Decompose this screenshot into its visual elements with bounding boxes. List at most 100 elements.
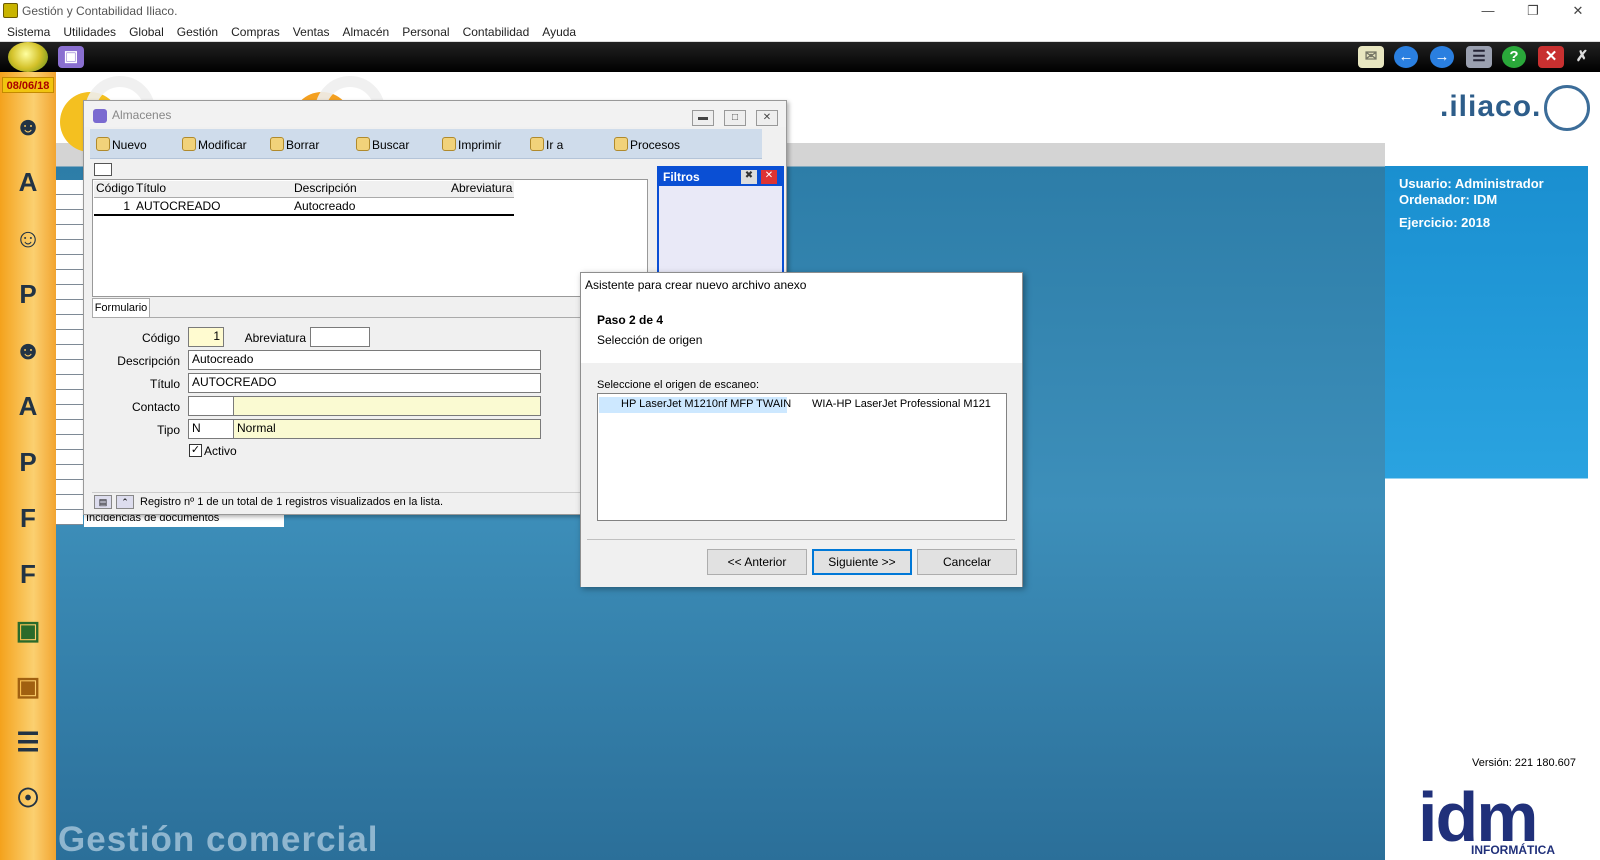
idm-logo-sub: INFORMÁTICA [1471, 843, 1555, 857]
cell-codigo: 1 [123, 199, 130, 213]
purchases-bag-icon[interactable]: ▣ [6, 664, 50, 708]
modificar-button[interactable]: Modificar [182, 136, 247, 154]
row-underline [94, 214, 514, 216]
sales-bag-icon[interactable]: ▣ [6, 608, 50, 652]
tab-formulario[interactable]: Formulario [92, 298, 150, 318]
exit-icon[interactable]: ✗ [1570, 46, 1594, 68]
purchase-invoice-icon[interactable]: F [6, 552, 50, 596]
window-title: Gestión y Contabilidad Iliaco. [22, 4, 178, 18]
menu-almacen[interactable]: Almacén [336, 22, 396, 39]
pin-icon[interactable]: ✖ [741, 170, 757, 184]
procesos-button[interactable]: Procesos [614, 136, 680, 154]
invoice-icon[interactable]: F [6, 496, 50, 540]
cd-wizard-icon[interactable]: ☉ [6, 776, 50, 820]
contacto-name-field [233, 396, 541, 416]
gears-icon [614, 137, 628, 151]
abreviatura-label: Abreviatura [244, 331, 306, 345]
folder-icon[interactable]: ▤ [94, 495, 112, 509]
source-item-selected[interactable]: HP LaserJet M1210nf MFP TWAIN [599, 397, 791, 413]
mail-icon[interactable]: ✉ [1358, 46, 1384, 68]
abreviatura-field[interactable] [310, 327, 370, 347]
close-icon[interactable]: ✕ [761, 170, 777, 184]
cancel-button[interactable]: Cancelar [917, 549, 1017, 575]
restore-icon[interactable]: ❐ [1513, 2, 1553, 20]
chevron-up-icon[interactable]: ⌃ [116, 495, 134, 509]
menu-ventas[interactable]: Ventas [286, 22, 336, 39]
agents-icon[interactable]: A [6, 384, 50, 428]
computer-label: Ordenador: IDM [1399, 192, 1498, 207]
wizard-subtitle: Selección de origen [597, 333, 703, 347]
menu-personal[interactable]: Personal [395, 22, 455, 39]
tipo-name-field: Normal [233, 419, 541, 439]
codigo-label: Código [141, 331, 180, 345]
contacts-icon[interactable]: ☻ [6, 328, 50, 372]
title-bar: Gestión y Contabilidad Iliaco. — ❐ ✕ [0, 0, 1600, 22]
articles-icon[interactable]: A [6, 160, 50, 204]
maximize-icon[interactable]: □ [724, 110, 746, 126]
print-icon [442, 137, 456, 151]
back-arrow-icon[interactable]: ← [1394, 46, 1418, 68]
iliaco-logo-ring [1544, 85, 1590, 131]
wizard-dialog: Asistente para crear nuevo archivo anexo… [580, 272, 1023, 587]
close-icon[interactable]: ✕ [756, 110, 778, 126]
ir-a-button[interactable]: Ir a [530, 136, 563, 154]
tipo-code-field[interactable]: N [188, 419, 234, 439]
almacenes-toolbar: Nuevo Modificar Borrar Buscar Imprimir I… [90, 129, 762, 159]
buscar-button[interactable]: Buscar [356, 136, 409, 154]
cube-icon[interactable]: ▣ [58, 46, 84, 68]
column-header-titulo[interactable]: Título [136, 181, 166, 195]
home-orb-icon[interactable] [8, 42, 48, 72]
close-window-icon[interactable]: ✕ [1538, 46, 1564, 68]
status-text: Registro nº 1 de un total de 1 registros… [140, 496, 444, 508]
source-prompt: Seleccione el origen de escaneo: [597, 379, 760, 391]
idm-logo: idm [1418, 778, 1538, 856]
activo-label: Activo [204, 444, 237, 458]
activo-checkbox[interactable]: ✓ [189, 444, 202, 457]
titulo-field[interactable]: AUTOCREADO [188, 373, 541, 393]
search-icon [356, 137, 370, 151]
wizard-separator [587, 539, 1015, 540]
grid-options-icon[interactable] [94, 163, 112, 176]
nuevo-button[interactable]: Nuevo [96, 136, 147, 154]
close-icon[interactable]: ✕ [1558, 2, 1598, 20]
clients-group-icon[interactable]: ☻ [6, 104, 50, 148]
new-icon [96, 137, 110, 151]
goto-icon [530, 137, 544, 151]
column-header-codigo[interactable]: Código [96, 181, 134, 195]
menu-gestion[interactable]: Gestión [170, 22, 224, 39]
descripcion-field[interactable]: Autocreado [188, 350, 541, 370]
wizard-step: Paso 2 de 4 [597, 313, 664, 327]
help-icon[interactable]: ? [1502, 46, 1526, 68]
back-button[interactable]: << Anterior [707, 549, 807, 575]
menu-contabilidad[interactable]: Contabilidad [456, 22, 536, 39]
scan-source-list: HP LaserJet M1210nf MFP TWAIN WIA-HP Las… [597, 393, 1007, 521]
menu-global[interactable]: Global [122, 22, 170, 39]
budget-icon[interactable]: P [6, 440, 50, 484]
warehouse-icon [93, 109, 107, 123]
almacenes-titlebar: Almacenes ▬ □ ✕ [84, 101, 786, 127]
titulo-label: Título [149, 377, 180, 391]
borrar-button[interactable]: Borrar [270, 136, 319, 154]
codigo-field[interactable]: 1 [188, 327, 224, 347]
menu-utilidades[interactable]: Utilidades [56, 22, 122, 39]
menu-compras[interactable]: Compras [224, 22, 286, 39]
minimize-icon[interactable]: ▬ [692, 110, 714, 126]
list-document-icon[interactable]: ☰ [6, 720, 50, 764]
contacto-code-field[interactable] [188, 396, 234, 416]
iliaco-logo: .iliaco. [1440, 90, 1542, 123]
next-button[interactable]: Siguiente >> [812, 549, 912, 575]
cell-titulo: AUTOCREADO [136, 199, 221, 213]
minimize-icon[interactable]: — [1468, 2, 1508, 20]
windows-list-icon[interactable]: ☰ [1466, 46, 1492, 68]
menu-ayuda[interactable]: Ayuda [535, 22, 582, 39]
column-header-descripcion[interactable]: Descripción [294, 181, 357, 195]
client-icon[interactable]: ☺ [6, 216, 50, 260]
year-label: Ejercicio: 2018 [1399, 215, 1491, 230]
forward-arrow-icon[interactable]: → [1430, 46, 1454, 68]
imprimir-button[interactable]: Imprimir [442, 136, 501, 154]
main-toolbar: ▣ ✉ ← → ☰ ? ✕ ✗ [0, 42, 1600, 72]
menu-sistema[interactable]: Sistema [0, 22, 56, 39]
provider-icon[interactable]: P [6, 272, 50, 316]
column-header-abreviatura[interactable]: Abreviatura [451, 181, 512, 195]
source-item[interactable]: WIA-HP LaserJet Professional M121 [812, 398, 991, 410]
